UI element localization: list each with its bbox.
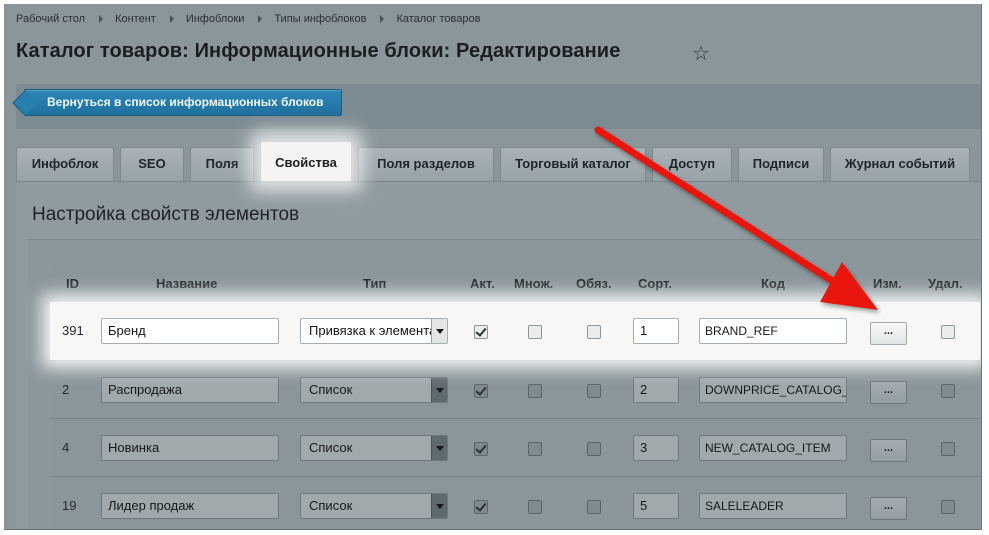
window: Рабочий стол Контент Инфоблоки Типы инфо…: [4, 4, 982, 530]
red-arrow-icon: [594, 126, 878, 310]
